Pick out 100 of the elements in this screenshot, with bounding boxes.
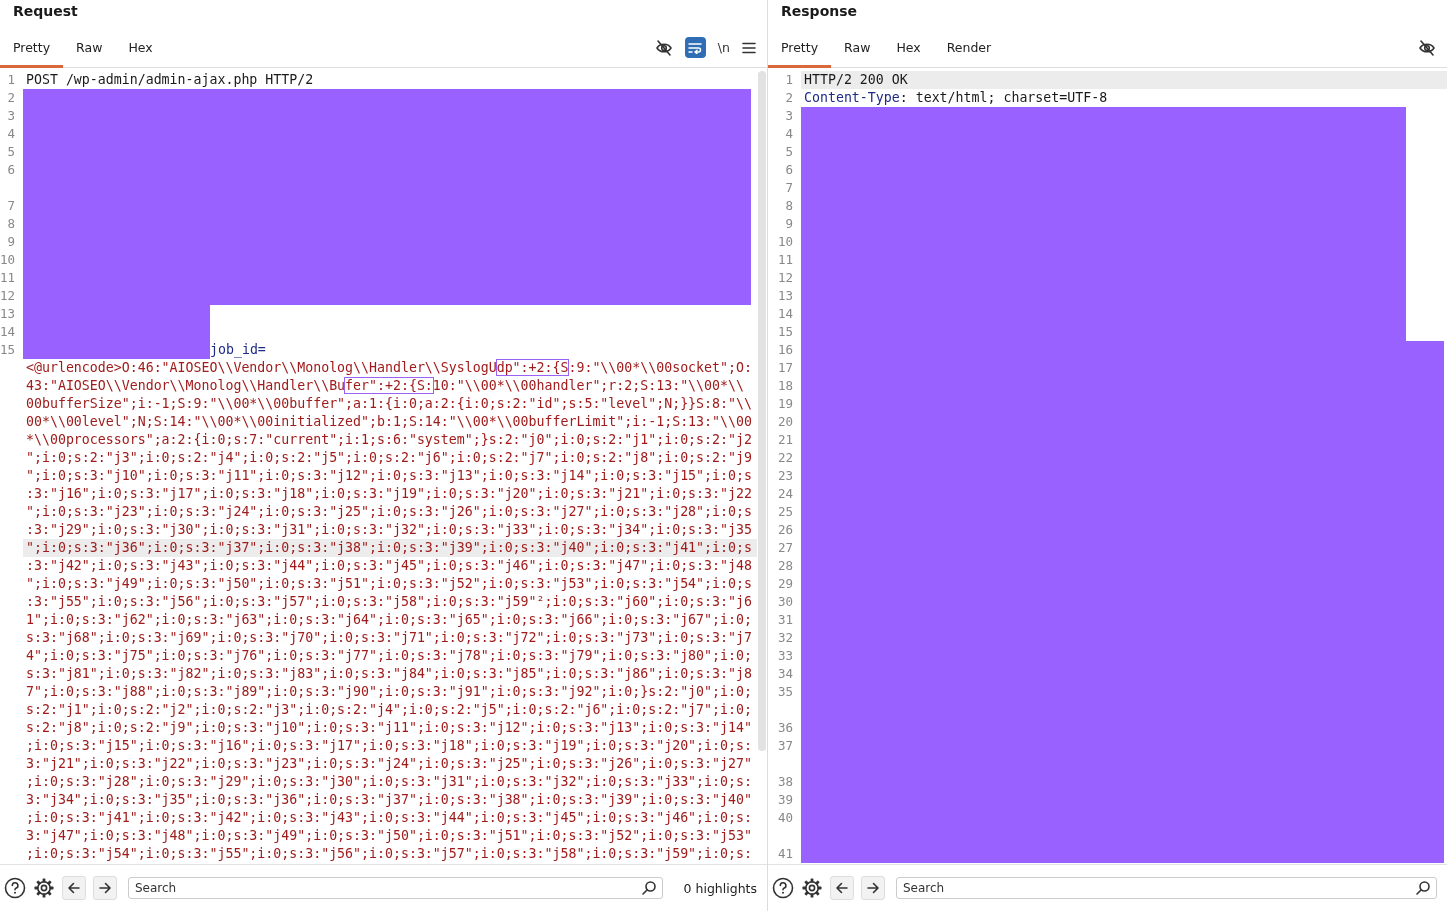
tab[interactable]: Render [933, 27, 1005, 68]
panel-title: Request [12, 2, 78, 21]
code-line: s:2:"j1";i:0;s:2:"j2";i:0;s:2:"j3";i:0;s:2:"j4";i:0;s:2:"j5";i:0;s:2:"j6";i:0;s:2:"j7";i:0; [25, 701, 753, 719]
highlight-count: 0 highlights [683, 880, 757, 896]
line-number: 16 [777, 342, 793, 357]
line-number: 25 [777, 504, 793, 519]
tab[interactable]: Raw [63, 27, 116, 68]
code-line: :3:"j29";i:0;s:3:"j30";i:0;s:3:"j31";i:0;s:3:"j32";i:0;s:3:"j33";i:0;s:3:"j34";i:0;s:3:"j35 [25, 521, 753, 539]
line-number: 7 [7, 198, 15, 213]
line-number: 10 [0, 252, 16, 267]
code-line: 00*\\00level";N;S:14:"\\00*\\00initialized";b:1;S:14:"\\00*\\00bufferLimit";i:-1;S:13:"\\00 [25, 413, 753, 431]
code-line: ;i:0;s:3:"j54";i:0;s:3:"j55";i:0;s:3:"j56";i:0;s:3:"j57";i:0;s:3:"j58";i:0;s:3:"j59";i:0;s: [25, 845, 753, 863]
line-number: 10 [777, 234, 793, 249]
search-icon[interactable] [1415, 880, 1431, 896]
search-field[interactable]: Search [128, 877, 663, 899]
code-line: ;i:0;s:3:"j28";i:0;s:3:"j29";i:0;s:3:"j30";i:0;s:3:"j31";i:0;s:3:"j32";i:0;s:3:"j33";i:0;s: [25, 773, 753, 791]
tab[interactable]: Hex [883, 27, 934, 68]
settings-icon[interactable] [801, 877, 823, 899]
left-arrow-icon [835, 881, 849, 895]
line-number: 15 [0, 342, 16, 357]
settings-icon[interactable] [33, 877, 55, 899]
panel-title: Response [780, 2, 858, 21]
code-line: ";i:0;s:3:"j23";i:0;s:3:"j24";i:0;s:3:"j25";i:0;s:3:"j26";i:0;s:3:"j27";i:0;s:3:"j28";i:0;s [25, 503, 753, 521]
line-number: 12 [0, 288, 16, 303]
back-button[interactable] [62, 876, 86, 900]
code-line: 1";i:0;s:3:"j62";i:0;s:3:"j63";i:0;s:3:"j64";i:0;s:3:"j65";i:0;s:3:"j66";i:0;s:3:"j67";i:0; [25, 611, 753, 629]
line-number: 18 [777, 378, 793, 393]
line-number: 38 [777, 774, 793, 789]
code-line: :3:"j55";i:0;s:3:"j56";i:0;s:3:"j57";i:0;s:3:"j58";i:0;s:3:"j59"²;i:0;s:3:"j60";i:0;s:3:"j6 [25, 593, 753, 611]
line-number: 6 [7, 162, 15, 177]
code-line: ";i:0;s:2:"j3";i:0;s:2:"j4";i:0;s:2:"j5";i:0;s:2:"j6";i:0;s:2:"j7";i:0;s:2:"j8";i:0;s:2:"j9 [25, 449, 753, 467]
line-number: 20 [777, 414, 793, 429]
tab[interactable]: Raw [831, 27, 884, 68]
line-number: 41 [777, 846, 793, 861]
line-number: 34 [777, 666, 793, 681]
line-number: 8 [7, 216, 15, 231]
tab[interactable]: Hex [115, 27, 166, 68]
line-number: 13 [777, 288, 793, 303]
tab[interactable]: Pretty [0, 27, 64, 68]
left-arrow-icon [67, 881, 81, 895]
line-number: 5 [7, 144, 15, 159]
line-number: 11 [0, 270, 16, 285]
wrap-toggle[interactable] [684, 37, 706, 58]
line-number: 35 [777, 684, 793, 699]
search-field[interactable]: Search [896, 877, 1437, 899]
line-number: 4 [7, 126, 15, 141]
code-line: :3:"j42";i:0;s:3:"j43";i:0;s:3:"j44";i:0;s:3:"j45";i:0;s:3:"j46";i:0;s:3:"j47";i:0;s:3:"j48 [25, 557, 753, 575]
menu-icon[interactable] [742, 41, 756, 54]
line-number: 17 [777, 360, 793, 375]
code-line: Content-Type: text/html; charset=UTF-8 [803, 89, 1109, 107]
line-number: 7 [785, 180, 793, 195]
line-number: 29 [777, 576, 793, 591]
line-number: 14 [777, 306, 793, 321]
line-number: 14 [0, 324, 16, 339]
line-number: 28 [777, 558, 793, 573]
line-number: 1 [785, 72, 793, 87]
code-text: job_id= [210, 342, 266, 357]
code-line: ;i:0;s:3:"j15";i:0;s:3:"j16";i:0;s:3:"j17";i:0;s:3:"j18";i:0;s:3:"j19";i:0;s:3:"j20";i:0;s: [25, 737, 753, 755]
code-line: s:2:"j8";i:0;s:2:"j9";i:0;s:3:"j10";i:0;s:3:"j11";i:0;s:3:"j12";i:0;s:3:"j13";i:0;s:3:"j14" [25, 719, 753, 737]
line-number: 2 [785, 90, 793, 105]
forward-button[interactable] [93, 876, 117, 900]
code-line: 3:"j47";i:0;s:3:"j48";i:0;s:3:"j49";i:0;s:3:"j50";i:0;s:3:"j51";i:0;s:3:"j52";i:0;s:3:"j53" [25, 827, 753, 845]
line-number: 32 [777, 630, 793, 645]
code-line: :3:"j16";i:0;s:3:"j17";i:0;s:3:"j18";i:0;s:3:"j19";i:0;s:3:"j20";i:0;s:3:"j21";i:0;s:3:"j22 [25, 485, 753, 503]
code-line: 3:"j34";i:0;s:3:"j35";i:0;s:3:"j36";i:0;s:3:"j37";i:0;s:3:"j38";i:0;s:3:"j39";i:0;s:3:"j40" [25, 791, 753, 809]
line-number: 8 [785, 198, 793, 213]
code-line: ";i:0;s:3:"j10";i:0;s:3:"j11";i:0;s:3:"j12";i:0;s:3:"j13";i:0;s:3:"j14";i:0;s:3:"j15";i:0;s [25, 467, 753, 485]
line-number: 5 [785, 144, 793, 159]
hide-icon[interactable] [654, 38, 673, 57]
hide-icon[interactable] [1418, 38, 1436, 57]
line-number: 13 [0, 306, 16, 321]
code-line: s:3:"j68";i:0;s:3:"j69";i:0;s:3:"j70";i:0;s:3:"j71";i:0;s:3:"j72";i:0;s:3:"j73";i:0;s:3:"j7 [25, 629, 753, 647]
code-line: 7";i:0;s:3:"j88";i:0;s:3:"j89";i:0;s:3:"j90";i:0;s:3:"j91";i:0;s:3:"j92";i:0;}s:2:"j0";i:0; [25, 683, 753, 701]
line-number: 15 [777, 324, 793, 339]
line-number: 9 [785, 216, 793, 231]
code-line: s:3:"j81";i:0;s:3:"j82";i:0;s:3:"j83";i:0;s:3:"j84";i:0;s:3:"j85";i:0;s:3:"j86";i:0;s:3:"j8 [25, 665, 753, 683]
line-number: 23 [777, 468, 793, 483]
code-line: 43:"AIOSEO\\Vendor\\Monolog\\Handler\\Bufer":+2:{S:10:"\\00*\\00handler";r:2;S:13:"\\00*\\ [25, 377, 745, 395]
help-icon[interactable] [772, 877, 794, 899]
help-icon[interactable] [4, 877, 26, 899]
search-icon[interactable] [640, 880, 657, 896]
code-line: ";i:0;s:3:"j49";i:0;s:3:"j50";i:0;s:3:"j51";i:0;s:3:"j52";i:0;s:3:"j53";i:0;s:3:"j54";i:0;s [25, 575, 753, 593]
line-number: 2 [7, 90, 15, 105]
scrollbar-thumb[interactable] [758, 71, 766, 751]
code-line: 00bufferSize";i:-1;S:9:"\\00*\\00buffer";a:1:{i:0;a:2:{i:0;s:2:"id";s:5:"level";N;}}S:8:"\\ [25, 395, 753, 413]
line-number: 19 [777, 396, 793, 411]
line-number: 24 [777, 486, 793, 501]
line-number: 39 [777, 792, 793, 807]
newline-toggle[interactable]: \n [717, 40, 730, 55]
line-number: 30 [777, 594, 793, 609]
back-button[interactable] [830, 876, 854, 900]
line-number: 6 [785, 162, 793, 177]
line-number: 36 [777, 720, 793, 735]
line-number: 11 [777, 252, 793, 267]
code-line: POST /wp-admin/admin-ajax.php HTTP/2 [25, 71, 315, 89]
code-line: 3:"j21";i:0;s:3:"j22";i:0;s:3:"j23";i:0;s:3:"j24";i:0;s:3:"j25";i:0;s:3:"j26";i:0;s:3:"j27" [25, 755, 753, 773]
line-number: 27 [777, 540, 793, 555]
forward-button[interactable] [861, 876, 885, 900]
tab[interactable]: Pretty [768, 27, 832, 68]
line-number: 40 [777, 810, 793, 825]
